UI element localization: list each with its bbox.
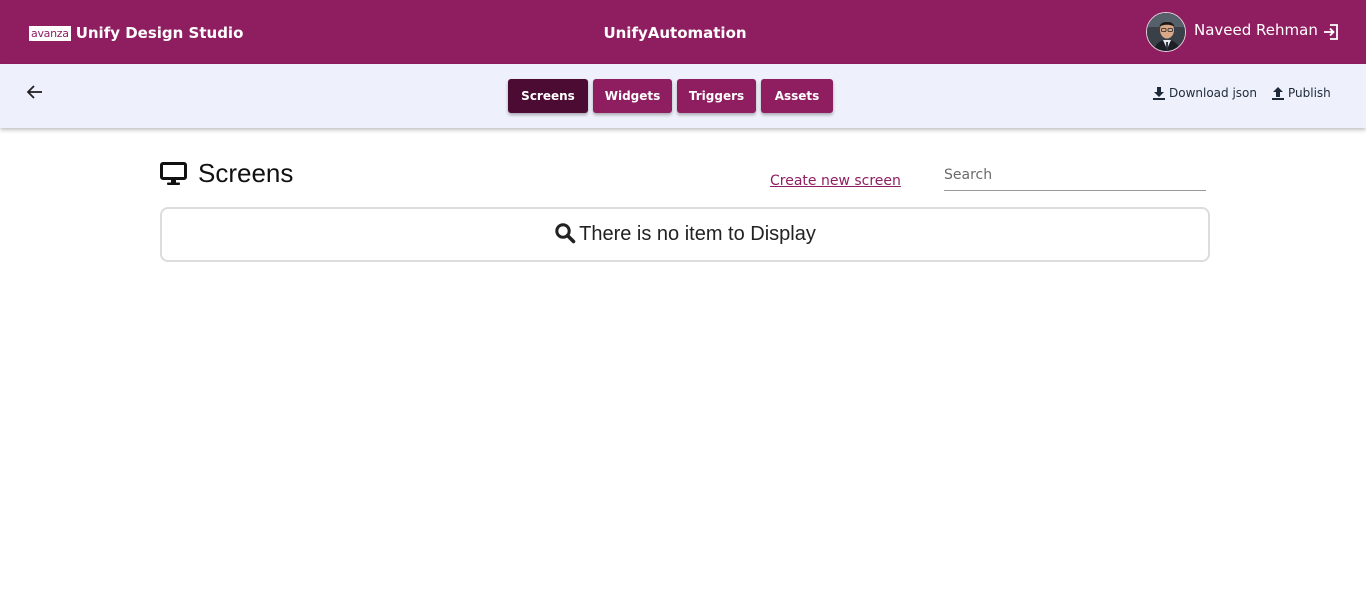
logout-icon[interactable] [1321, 22, 1341, 42]
search-input[interactable] [944, 164, 1206, 191]
top-header: avanza Unify Design Studio UnifyAutomati… [0, 0, 1366, 64]
download-icon [1153, 87, 1165, 100]
empty-state: There is no item to Display [160, 207, 1210, 262]
empty-message: There is no item to Display [579, 223, 816, 245]
back-arrow-icon[interactable] [24, 81, 46, 103]
upload-icon [1272, 87, 1284, 100]
download-json-label: Download json [1169, 86, 1257, 100]
screens-header: Screens [160, 158, 293, 189]
search-icon [555, 222, 576, 243]
tab-assets[interactable]: Assets [761, 79, 833, 113]
user-avatar[interactable] [1146, 12, 1186, 52]
toolbar-actions: Download json Publish [1152, 86, 1331, 100]
toolbar: Screens Widgets Triggers Assets Download… [0, 64, 1366, 128]
monitor-icon [160, 161, 187, 185]
tab-screens[interactable]: Screens [508, 79, 588, 113]
create-new-screen-link[interactable]: Create new screen [770, 173, 901, 189]
tab-widgets[interactable]: Widgets [593, 79, 672, 113]
publish-label: Publish [1288, 86, 1331, 100]
tab-triggers[interactable]: Triggers [677, 79, 756, 113]
nav-tabs: Screens Widgets Triggers Assets [508, 79, 833, 113]
publish-button[interactable]: Publish [1271, 86, 1331, 100]
page-title: Screens [198, 158, 294, 188]
user-name[interactable]: Naveed Rehman [1194, 21, 1318, 39]
download-json-button[interactable]: Download json [1152, 86, 1257, 100]
